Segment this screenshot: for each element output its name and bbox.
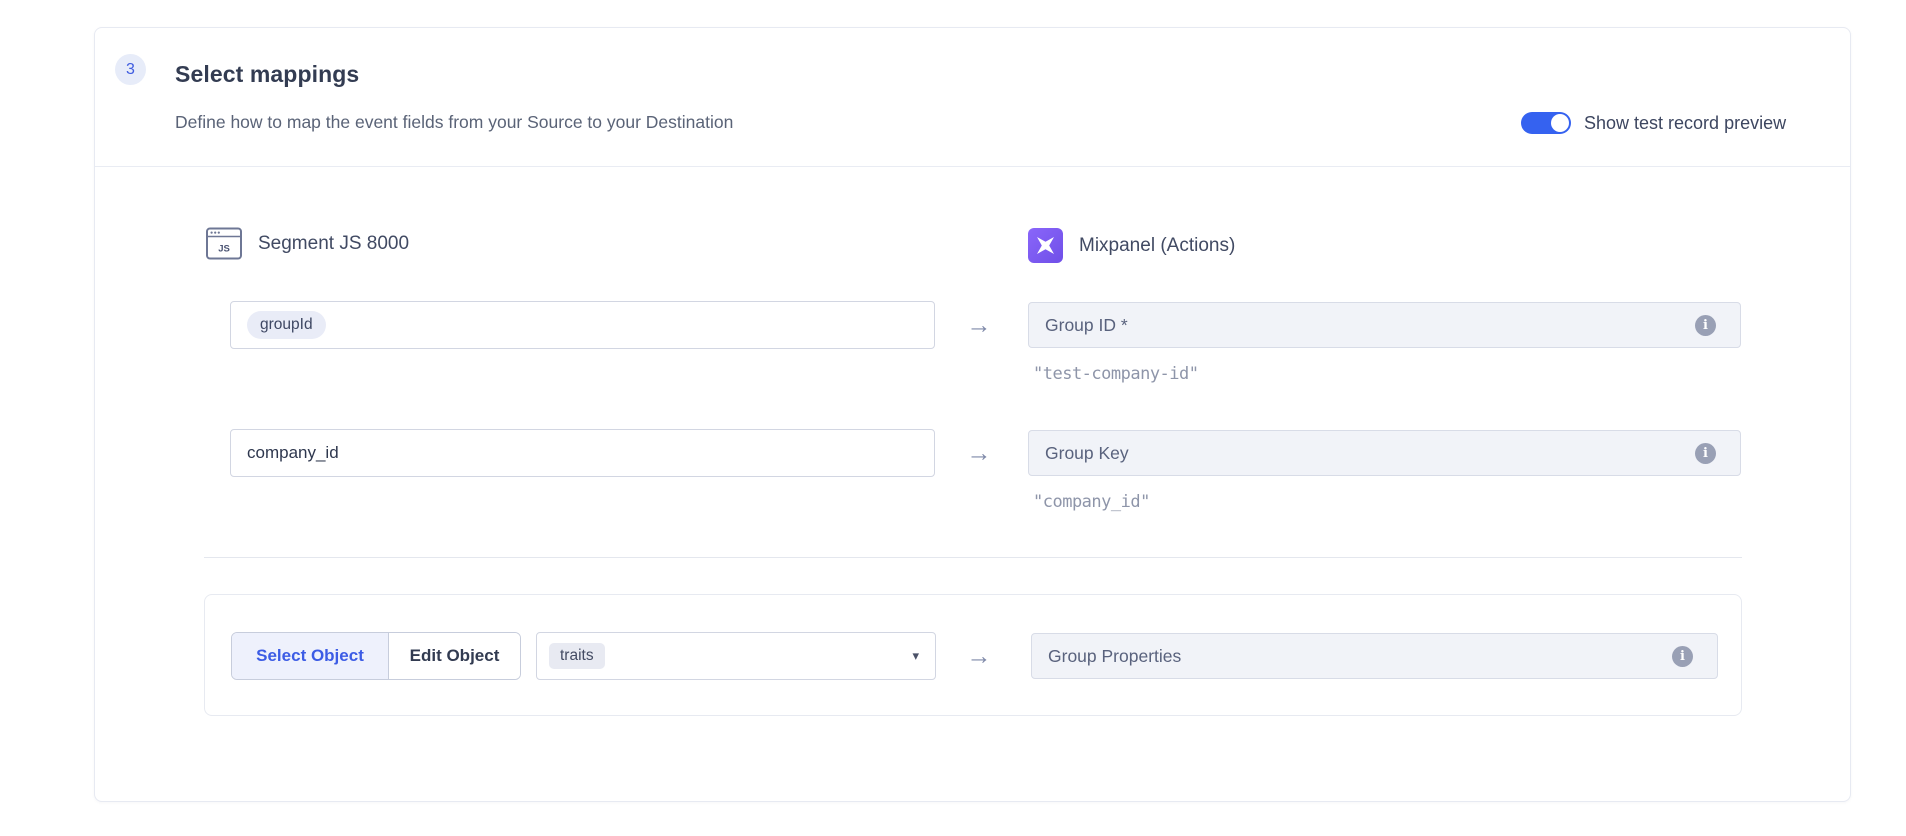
source-name: Segment JS 8000 (258, 233, 409, 255)
select-object-button[interactable]: Select Object (232, 633, 389, 679)
toggle-label: Show test record preview (1584, 113, 1786, 134)
source-value-text: company_id (247, 443, 339, 463)
toggle-knob (1551, 114, 1569, 132)
mixpanel-icon (1028, 228, 1063, 263)
browser-js-icon: JS (206, 227, 242, 260)
test-preview-value: "test-company-id" (1033, 364, 1199, 384)
destination-field-group-properties: Group Properties i (1031, 633, 1718, 679)
object-source-dropdown[interactable]: traits ▾ (536, 632, 936, 680)
mapping-arrow-icon: → (964, 642, 994, 671)
info-icon[interactable]: i (1695, 315, 1716, 336)
info-icon[interactable]: i (1695, 443, 1716, 464)
destination-header: Mixpanel (Actions) (1028, 228, 1235, 263)
source-field-input-company-id[interactable]: company_id (230, 429, 935, 477)
destination-field-label: Group Properties (1048, 646, 1181, 667)
select-mappings-card: 3 Select mappings Define how to map the … (94, 27, 1851, 802)
source-field-input-groupid[interactable]: groupId (230, 301, 935, 349)
destination-field-label: Group Key (1045, 443, 1129, 464)
test-preview-value: "company_id" (1033, 492, 1150, 512)
source-header: JS Segment JS 8000 (206, 227, 409, 260)
page-subtitle: Define how to map the event fields from … (175, 112, 733, 133)
test-record-preview-toggle-group: Show test record preview (1521, 112, 1786, 134)
step-number-badge: 3 (115, 54, 146, 85)
edit-object-button[interactable]: Edit Object (389, 633, 520, 679)
source-value-token[interactable]: groupId (247, 311, 326, 339)
destination-field-group-key: Group Key i (1028, 430, 1741, 476)
destination-field-label: Group ID * (1045, 315, 1128, 336)
chevron-down-icon: ▾ (912, 648, 919, 664)
mapping-arrow-icon: → (964, 439, 994, 468)
info-icon[interactable]: i (1672, 646, 1693, 667)
mapping-arrow-icon: → (964, 311, 994, 340)
show-test-record-toggle[interactable] (1521, 112, 1571, 134)
page-title: Select mappings (175, 61, 359, 88)
svg-text:JS: JS (218, 244, 230, 255)
header-divider (95, 166, 1850, 167)
dropdown-selected-token: traits (549, 643, 605, 669)
destination-name: Mixpanel (Actions) (1079, 235, 1235, 257)
section-divider (204, 557, 1742, 558)
destination-field-group-id: Group ID * i (1028, 302, 1741, 348)
object-mode-segmented-control: Select Object Edit Object (231, 632, 521, 680)
